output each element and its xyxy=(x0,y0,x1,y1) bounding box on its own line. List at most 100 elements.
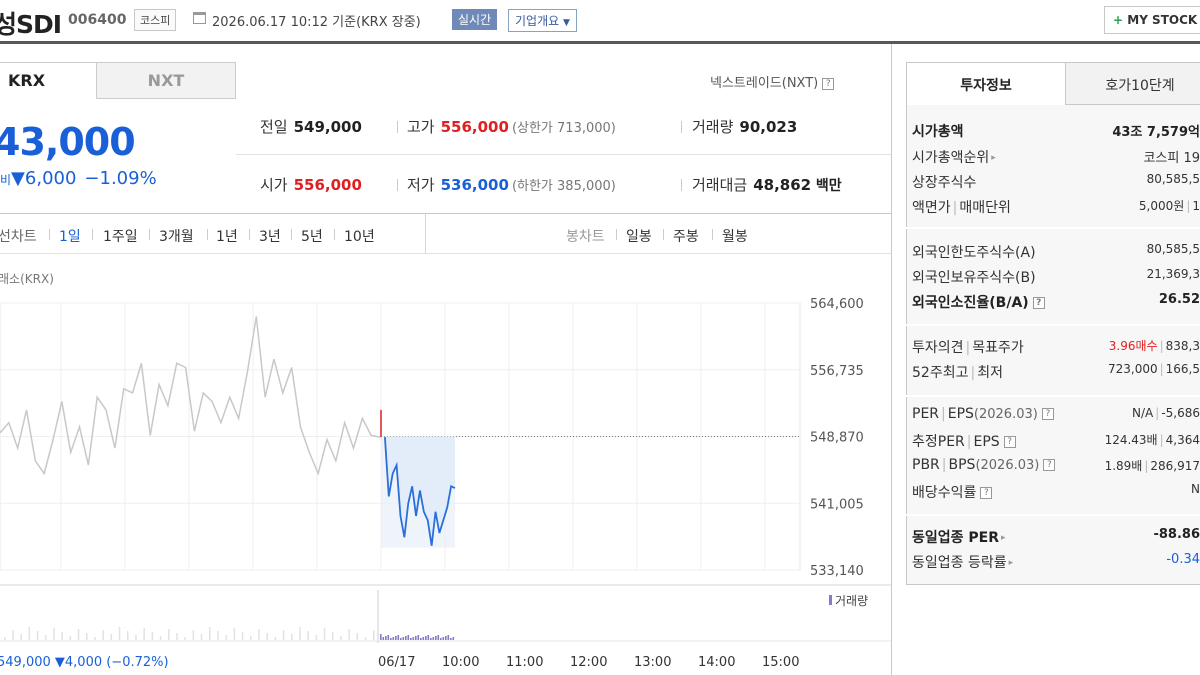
x-tick-label: 11:00 xyxy=(506,655,543,670)
period-1d[interactable]: 1일 xyxy=(59,226,81,246)
volume-bar-previous xyxy=(332,632,334,640)
volume: 거래량 90,023 xyxy=(692,116,797,137)
y-tick-label: 564,600 xyxy=(810,297,864,312)
datetime-label: 2026.06.17 10:12 기준(KRX 장중) xyxy=(212,15,421,30)
volume-bar-today xyxy=(420,638,422,640)
volume-bar-today xyxy=(405,636,407,640)
stock-header: 성SDI 006400 코스피 2026.06.17 10:12 기준(KRX … xyxy=(0,0,1200,44)
series-today-shade xyxy=(381,436,455,548)
volume-bar-previous xyxy=(151,632,154,640)
row-market-cap-rank[interactable]: 시가총액순위 ▸ 코스피 19 xyxy=(912,147,1200,167)
volume-bar-today xyxy=(430,638,432,640)
volume-bar-previous xyxy=(61,632,63,640)
help-icon[interactable]: ? xyxy=(822,77,835,90)
volume-bar-previous xyxy=(217,631,219,640)
stock-name: 성SDI xyxy=(0,10,62,39)
volume-bar-previous xyxy=(143,628,145,640)
tab-invest-info[interactable]: 투자정보 xyxy=(906,62,1066,105)
volume-bar-today xyxy=(437,635,440,640)
row-label: 52주최고 | 최저 xyxy=(912,365,1003,381)
company-overview-dropdown[interactable]: 기업개요 ▼ xyxy=(508,9,577,32)
volume-bar-previous xyxy=(102,630,104,640)
period-1w[interactable]: 1주일 xyxy=(103,226,138,246)
volume-bar-previous xyxy=(225,635,227,640)
divider xyxy=(712,229,713,240)
row-industry-change[interactable]: 동일업종 등락률 ▸ -0.34 xyxy=(912,552,1200,572)
volume-bar-previous xyxy=(364,637,367,640)
row-label: 시가총액 xyxy=(912,124,964,140)
y-tick-label: 548,870 xyxy=(810,431,864,446)
divider xyxy=(236,154,891,155)
volume-bar-previous xyxy=(315,635,318,640)
line-chart-tab[interactable]: 선차트 xyxy=(0,226,37,246)
tab-orderbook[interactable]: 호가10단계 xyxy=(1065,62,1200,105)
prev-close-label: 전일 xyxy=(260,118,288,136)
realtime-button[interactable]: 실시간 xyxy=(452,9,498,30)
row-value: -0.34 xyxy=(1166,552,1200,567)
change-value: ▼6,000 xyxy=(11,168,77,189)
x-tick-label: 06/17 xyxy=(378,655,415,670)
y-tick-label: 533,140 xyxy=(810,564,864,579)
row-label: 상장주식수 xyxy=(912,175,977,191)
row-foreign-held: 외국인보유주식수(B) 21,369,3 xyxy=(912,267,1200,287)
price-chart[interactable]: 564,600 556,735 548,870 541,005 533,140 거래량 06… xyxy=(0,285,891,675)
candle-monthly[interactable]: 월봉 xyxy=(722,226,748,246)
row-value: 21,369,3 xyxy=(1146,267,1200,281)
nextrade-link[interactable]: 넥스트레이드(NXT)? xyxy=(710,72,835,91)
help-icon[interactable]: ? xyxy=(1003,436,1016,448)
volume-bar-previous xyxy=(77,629,80,640)
stock-code: 006400 xyxy=(68,12,127,28)
divider xyxy=(334,229,335,240)
tab-krx[interactable]: KRX xyxy=(0,62,96,99)
row-value: 124.43배 | 4,364 xyxy=(1104,433,1200,447)
period-1y[interactable]: 1년 xyxy=(216,226,238,246)
high-price: 고가 556,000 (상한가 713,000) xyxy=(407,116,616,137)
low-label: 저가 xyxy=(407,176,435,194)
volume-bar-today xyxy=(385,636,387,640)
row-foreign-ratio: 외국인소진율(B/A)? 26.52 xyxy=(912,292,1200,312)
volume-bar-today xyxy=(380,634,382,640)
x-tick-label: 13:00 xyxy=(634,655,671,670)
help-icon[interactable]: ? xyxy=(1032,297,1045,309)
period-10y[interactable]: 10년 xyxy=(344,226,375,246)
row-industry-per[interactable]: 동일업종 PER ▸ -88.86 xyxy=(912,527,1200,547)
divider xyxy=(681,179,682,191)
volume-bar-today xyxy=(452,637,455,640)
help-icon[interactable]: ? xyxy=(1043,459,1056,471)
row-market-cap: 시가총액 43조 7,579억 xyxy=(912,121,1200,141)
period-5y[interactable]: 5년 xyxy=(301,226,323,246)
volume-bar-previous xyxy=(307,631,309,640)
tab-nxt[interactable]: NXT xyxy=(96,62,236,99)
volume-bar-today xyxy=(442,637,445,640)
volume-bar-previous xyxy=(12,630,14,640)
volume-bar-previous xyxy=(356,633,359,640)
volume-bar-previous xyxy=(110,634,113,640)
candle-daily[interactable]: 일봉 xyxy=(626,226,652,246)
volume-bar-previous xyxy=(20,634,22,640)
row-per: PER | EPS(2026.03)? N/A | -5,686 xyxy=(912,406,1200,426)
volume-bar-today xyxy=(382,637,385,640)
row-value: N xyxy=(1191,482,1200,496)
candle-chart-tab[interactable]: 봉차트 xyxy=(566,226,605,246)
market-badge: 코스피 xyxy=(134,9,177,31)
y-tick-label: 556,735 xyxy=(810,364,864,379)
volume-bar-today xyxy=(422,637,425,640)
upper-limit: (상한가 713,000) xyxy=(511,121,616,136)
help-icon[interactable]: ? xyxy=(980,487,993,499)
volume-legend-label: 거래량 xyxy=(835,594,868,608)
my-stock-button[interactable]: + MY STOCK xyxy=(1104,6,1200,34)
prev-close: 전일 549,000 xyxy=(260,116,362,137)
volume-bar-previous xyxy=(340,636,342,640)
volume-bar-previous xyxy=(184,637,186,640)
amount-value: 48,862 xyxy=(753,176,812,194)
period-3y[interactable]: 3년 xyxy=(259,226,281,246)
help-icon[interactable]: ? xyxy=(1041,408,1054,420)
row-est-per: 추정PER | EPS? 124.43배 | 4,364 xyxy=(912,431,1200,451)
candle-weekly[interactable]: 주봉 xyxy=(673,226,699,246)
section-divider xyxy=(906,395,1200,397)
row-label: 시가총액순위 ▸ xyxy=(912,150,996,166)
row-shares: 상장주식수 80,585,5 xyxy=(912,172,1200,192)
low-price: 저가 536,000 (하한가 385,000) xyxy=(407,174,616,195)
period-3m[interactable]: 3개월 xyxy=(159,226,194,246)
volume-bar-previous xyxy=(299,627,301,640)
